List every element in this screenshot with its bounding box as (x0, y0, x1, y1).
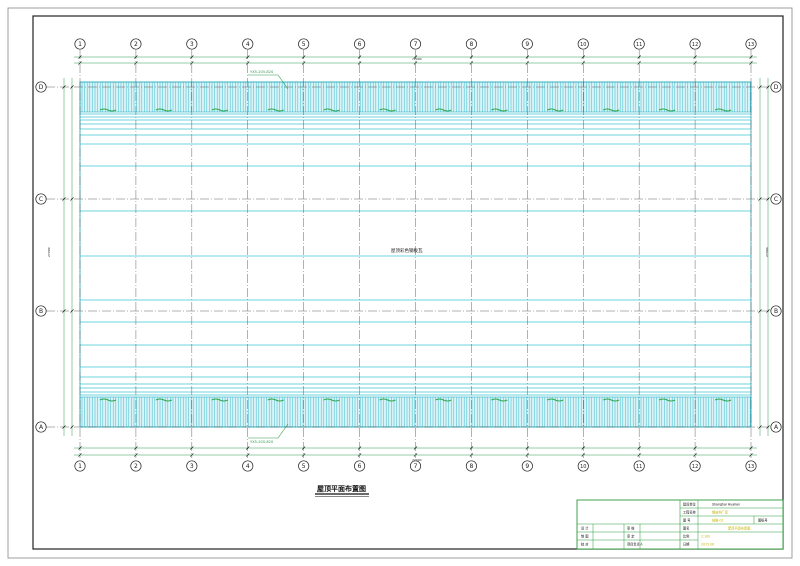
tb-mid-r2-b: 1:100 (701, 535, 710, 539)
grid-bubble-label: 7 (414, 41, 418, 48)
grid-bubble-column-bottom: 13 (745, 460, 757, 472)
grid-bubble-column-bottom: 1 (74, 460, 86, 472)
grid-bubble-column-top: 13 (745, 38, 757, 50)
tb-mid-r3-b: 2015.06 (701, 543, 714, 547)
grid-bubble-label: C (39, 196, 43, 203)
grid-bubble-row-left: A (35, 421, 47, 433)
tb-r2-c2: 钢结构厂房 (712, 510, 728, 515)
overall-width-dim-bottom: 72000 (412, 458, 422, 462)
grid-bubble-column-top: 1 (74, 38, 86, 50)
grid-bubble-row-right: A (770, 421, 782, 433)
grid-bubble-column-bottom: 3 (186, 460, 198, 472)
grid-bubble-label: 1 (78, 463, 82, 470)
grid-bubble-row-right: C (770, 193, 782, 205)
grid-bubble-label: D (39, 84, 44, 91)
grid-bubble-label: 8 (470, 463, 474, 470)
grid-bubble-column-top: 5 (298, 38, 310, 50)
tb-left-r1-a: 设 计 (581, 526, 589, 531)
tb-r2-c1: 工程名称 (683, 510, 697, 515)
grid-bubble-label: 13 (748, 464, 754, 470)
grid-bubble-column-top: 4 (242, 38, 254, 50)
grid-bubble-row-right: B (770, 305, 782, 317)
grid-bubble-label: 4 (246, 463, 250, 470)
roof-plan-drawing: 1122334455667788991010111112121313D DC CB B… (7, 7, 793, 559)
grid-bubble-label: 2 (134, 463, 138, 470)
tb-left-r3-a: 校 对 (581, 542, 589, 547)
tb-left-r3-b: 项目负责人 (627, 542, 644, 547)
overall-height-dim-left: 27000 (47, 247, 51, 257)
grid-bubble-label: 3 (190, 41, 194, 48)
tb-mid-r3-a: 日期 (683, 542, 689, 547)
grid-bubble-column-bottom: 2 (130, 460, 142, 472)
grid-bubble-label: 10 (580, 42, 586, 48)
tb-left-r2-a: 制 图 (581, 534, 588, 539)
tb-r3-c3: 图纸号 (758, 518, 768, 523)
overall-height-dim-right: 27000 (765, 247, 769, 257)
overall-width-dim-top: 72000 (412, 57, 422, 61)
grid-bubble-column-bottom: 9 (521, 460, 533, 472)
grid-bubble-label: 11 (636, 464, 642, 470)
grid-bubble-label: 5 (302, 41, 306, 48)
title-block: 建设单位 Shanghai Hualian 工程名称 钢结构厂房 图 号 结施-… (576, 499, 784, 550)
grid-bubble-column-top: 6 (354, 38, 366, 50)
grid-bubble-label: B (39, 308, 43, 315)
grid-bubble-column-bottom: 10 (577, 460, 589, 472)
grid-bubble-label: 4 (246, 41, 250, 48)
grid-bubble-column-bottom: 6 (354, 460, 366, 472)
grid-bubble-row-left: B (35, 305, 47, 317)
grid-bubble-column-bottom: 12 (689, 460, 701, 472)
grid-bubble-label: C (774, 196, 778, 203)
grid-bubble-label: 7 (414, 463, 418, 470)
tb-drawing-name: 屋顶平面布置图 (728, 526, 750, 531)
panel-callout-top-label: YX5-205-820 (250, 70, 274, 74)
tb-mid-r1-a: 图名 (683, 526, 689, 531)
grid-bubble-column-top: 2 (130, 38, 142, 50)
grid-bubble-label: D (774, 84, 779, 91)
grid-bubble-label: 9 (525, 463, 529, 470)
drawing-title: 屋顶平面布置图 (317, 484, 366, 493)
roof-material-note: 屋顶彩色钢板瓦 (391, 247, 423, 254)
grid-bubble-label: 6 (358, 463, 362, 470)
grid-bubble-label: 13 (748, 42, 754, 48)
grid-bubble-label: 12 (692, 464, 698, 470)
grid-bubble-label: 8 (470, 41, 474, 48)
grid-bubble-column-bottom: 4 (242, 460, 254, 472)
grid-bubble-label: 10 (580, 464, 586, 470)
grid-bubble-column-top: 12 (689, 38, 701, 50)
tb-r3-c1: 图 号 (683, 518, 690, 523)
grid-bubble-label: 6 (358, 41, 362, 48)
grid-bubble-column-top: 7 (409, 38, 422, 50)
grid-bubble-label: 2 (134, 41, 138, 48)
grid-bubble-column-top: 3 (186, 38, 198, 50)
tb-r3-c2: 结施-01 (712, 518, 724, 523)
grid-bubble-row-right: D (770, 81, 782, 93)
grid-bubble-label: 1 (78, 41, 82, 48)
grid-bubble-row-left: C (35, 193, 47, 205)
panel-callout-bottom-label: YX5-205-820 (250, 440, 274, 444)
grid-bubble-column-top: 9 (521, 38, 533, 50)
grid-bubble-label: B (774, 308, 778, 315)
grid-bubble-label: 3 (190, 463, 194, 470)
grid-bubble-row-left: D (35, 81, 47, 93)
grid-bubble-column-bottom: 8 (465, 460, 477, 472)
grid-bubble-label: 5 (302, 463, 306, 470)
tb-left-r2-b: 审 定 (627, 534, 635, 539)
grid-bubble-label: 12 (692, 42, 698, 48)
grid-bubble-column-top: 10 (577, 38, 589, 50)
tb-mid-r2-a: 比例 (683, 534, 689, 539)
tb-r1-c1: 建设单位 (683, 502, 697, 507)
grid-bubble-label: 11 (636, 42, 642, 48)
grid-bubble-column-bottom: 7 (409, 460, 422, 472)
grid-bubble-column-top: 11 (633, 38, 645, 50)
grid-bubble-column-bottom: 11 (633, 460, 645, 472)
tb-r1-c2: Shanghai Hualian (712, 503, 740, 507)
grid-bubble-label: 9 (525, 41, 529, 48)
grid-bubble-column-top: 8 (465, 38, 477, 50)
grid-bubble-column-bottom: 5 (298, 460, 310, 472)
tb-left-r1-b: 审 核 (627, 526, 635, 531)
